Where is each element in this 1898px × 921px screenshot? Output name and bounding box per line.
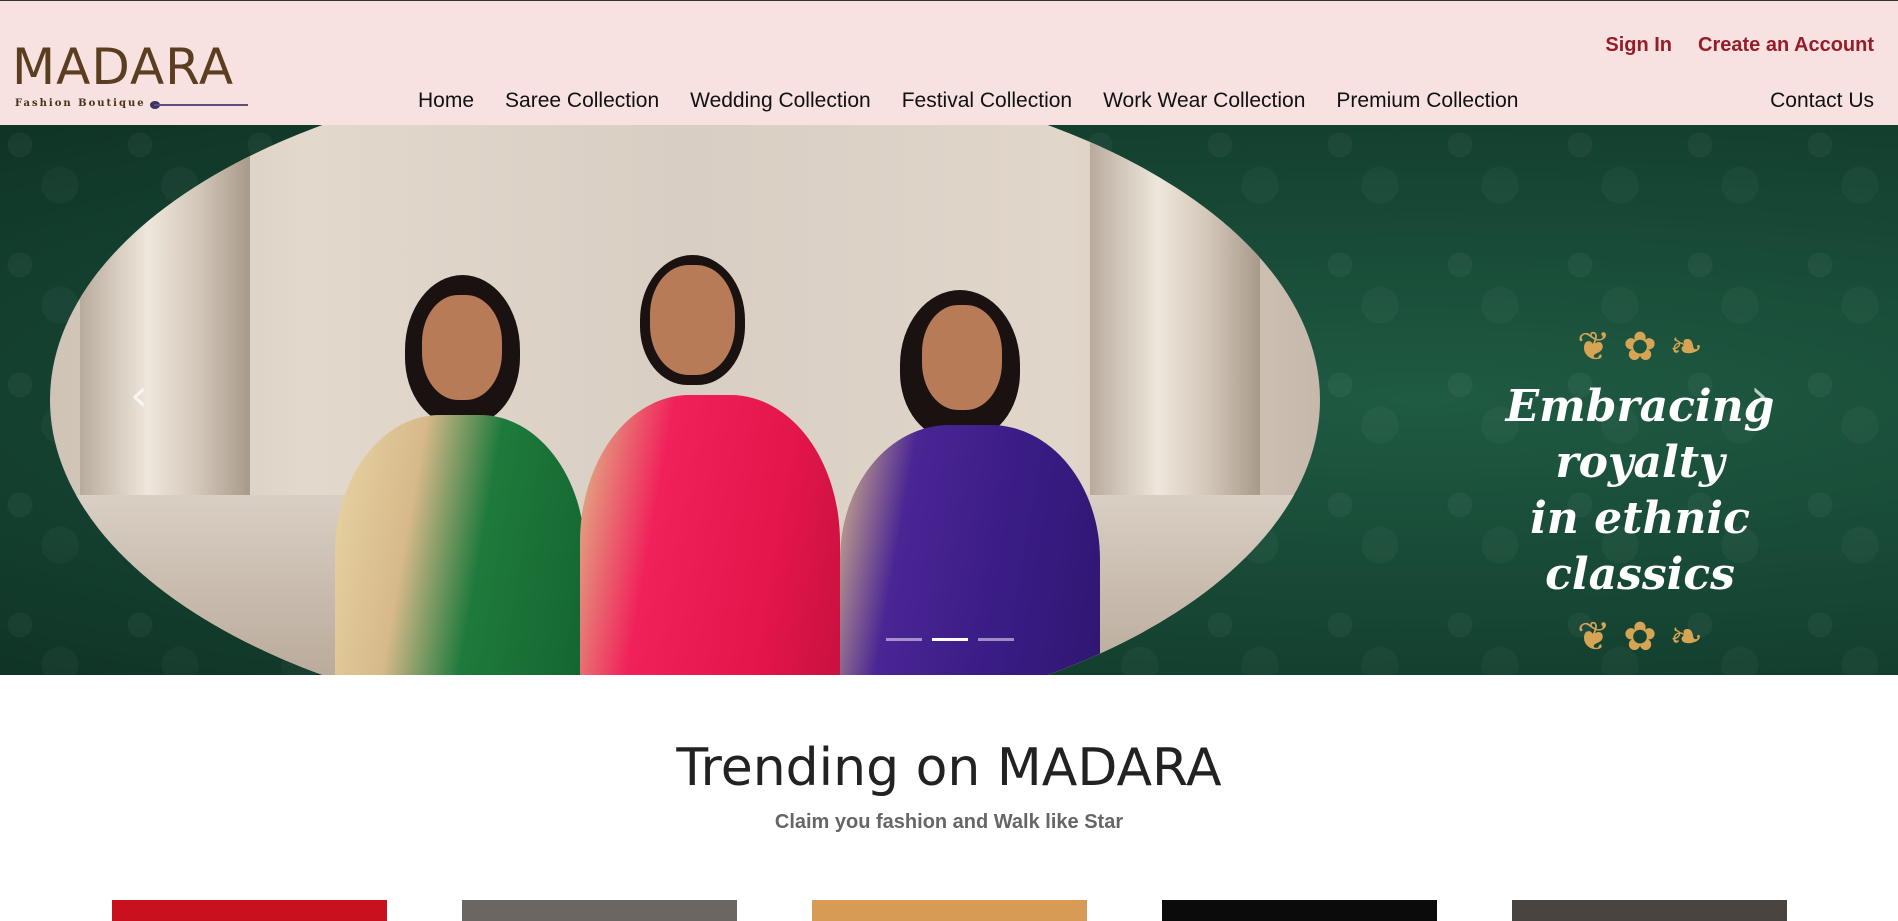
brand-tagline: Fashion Boutique (15, 98, 146, 109)
trending-products (112, 900, 1787, 921)
green-saree (335, 415, 585, 675)
product-card[interactable] (462, 900, 737, 921)
pink-saree (580, 395, 840, 675)
chevron-right-icon[interactable]: › (1750, 370, 1768, 421)
ornament-bottom-icon: ❦ ✿ ❧ (1577, 614, 1703, 660)
main-nav: Home Saree Collection Wedding Collection… (418, 89, 1518, 113)
model-face (922, 305, 1002, 410)
logo-decoration-line (154, 104, 248, 106)
hero-headline: Embracing royalty in ethnic classics (1440, 379, 1840, 603)
ledge-left (50, 495, 380, 675)
product-card[interactable] (112, 900, 387, 921)
hero-photo (50, 125, 1320, 675)
hero-tagline: ❦ ✿ ❧ Embracing royalty in ethnic classi… (1440, 325, 1840, 659)
create-account-link[interactable]: Create an Account (1698, 34, 1874, 57)
brand-logo[interactable]: MADARA Fashion Boutique (12, 37, 248, 113)
nav-work-wear-collection[interactable]: Work Wear Collection (1103, 89, 1305, 113)
nav-home[interactable]: Home (418, 89, 474, 113)
product-card[interactable] (812, 900, 1087, 921)
account-links: Sign In Create an Account (1605, 34, 1874, 57)
product-card[interactable] (1162, 900, 1437, 921)
trending-title: Trending on MADARA (676, 738, 1222, 798)
brand-name: MADARA (12, 38, 235, 96)
ornament-top-icon: ❦ ✿ ❧ (1577, 324, 1703, 370)
carousel-indicator-3[interactable] (978, 638, 1014, 641)
hero-carousel: ❦ ✿ ❧ Embracing royalty in ethnic classi… (0, 125, 1898, 675)
nav-festival-collection[interactable]: Festival Collection (902, 89, 1072, 113)
carousel-indicator-2[interactable] (932, 638, 968, 641)
nav-saree-collection[interactable]: Saree Collection (505, 89, 659, 113)
carousel-indicators (886, 638, 1014, 641)
trending-subtitle: Claim you fashion and Walk like Star (774, 811, 1124, 833)
carousel-indicator-1[interactable] (886, 638, 922, 641)
nav-wedding-collection[interactable]: Wedding Collection (690, 89, 871, 113)
nav-premium-collection[interactable]: Premium Collection (1336, 89, 1518, 113)
hero-headline-line-1: Embracing royalty (1505, 381, 1775, 488)
model-face (650, 265, 735, 375)
site-header: MADARA Fashion Boutique Sign In Create a… (0, 0, 1898, 125)
product-card[interactable] (1512, 900, 1787, 921)
hero-headline-line-2: in ethnic classics (1530, 493, 1750, 600)
model-face (422, 295, 502, 400)
sign-in-link[interactable]: Sign In (1605, 34, 1672, 57)
nav-contact-us[interactable]: Contact Us (1770, 89, 1874, 113)
chevron-left-icon[interactable]: ‹ (130, 370, 148, 421)
